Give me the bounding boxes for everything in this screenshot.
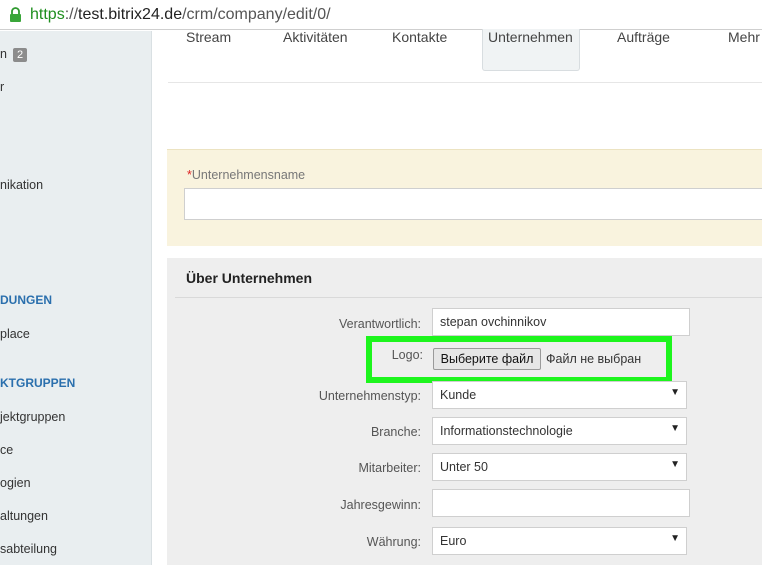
choose-file-button[interactable]: Выберите файл [433,348,541,370]
sidebar-item-projektgruppen[interactable]: jektgruppen [0,410,65,424]
responsible-field[interactable]: stepan ovchinnikov [432,308,690,336]
currency-value: Euro [440,534,467,548]
sidebar-item-ce[interactable]: ce [0,443,13,457]
company-type-label: Unternehmenstyp: [318,389,421,403]
employees-value: Unter 50 [440,460,488,474]
tab-bar: Stream Aktivitäten Kontakte Unternehmen … [168,29,762,83]
tab-stream[interactable]: Stream [186,29,231,71]
dropdown-arrow-icon: ▼ [670,533,680,544]
lock-icon [10,7,21,22]
section-title: Über Unternehmen [186,270,313,286]
revenue-label: Jahresgewinn: [340,498,421,512]
sidebar-item-0[interactable]: n2 [0,47,28,62]
dropdown-arrow-icon: ▼ [670,423,680,434]
industry-select[interactable]: Informationstechnologie ▼ [432,417,687,445]
sidebar-item-ogien[interactable]: ogien [0,476,31,490]
sidebar-item-label: n [0,47,7,61]
sidebar-section-title[interactable]: DUNGEN [0,293,52,307]
url-path: /crm/company/edit/0/ [182,6,331,23]
currency-select[interactable]: Euro ▼ [432,527,687,555]
tab-aktivitaeten[interactable]: Aktivitäten [283,29,348,71]
file-status-text: Файл не выбран [546,352,642,366]
url-host: test.bitrix24.de [78,6,183,23]
tab-unternehmen[interactable]: Unternehmen [482,29,580,71]
currency-label: Währung: [366,535,421,549]
sidebar-item-2[interactable]: nikation [0,178,43,192]
url-text[interactable]: https://test.bitrix24.de/crm/company/edi… [30,6,331,24]
tab-auftraege[interactable]: Aufträge [617,29,670,71]
dropdown-arrow-icon: ▼ [670,459,680,470]
responsible-label: Verantwortlich: [339,317,421,331]
count-badge: 2 [12,48,28,62]
sidebar: n2 r nikation DUNGEN place KTGRUPPEN jek… [0,31,152,565]
address-bar[interactable]: https://test.bitrix24.de/crm/company/edi… [0,0,762,30]
revenue-field[interactable] [432,489,690,517]
sidebar-item-label: nikation [0,178,44,192]
company-name-label: *Unternehmensname [187,168,305,182]
url-scheme: https [30,6,65,23]
sidebar-section-title[interactable]: KTGRUPPEN [0,376,75,390]
industry-value: Informationstechnologie [440,424,573,438]
tab-mehr[interactable]: Mehr [728,29,760,71]
url-separator: :// [64,6,79,23]
divider [175,297,762,298]
tab-kontakte[interactable]: Kontakte [392,29,447,71]
company-name-panel: *Unternehmensname [167,149,762,246]
sidebar-item-altungen[interactable]: altungen [0,509,48,523]
company-type-select[interactable]: Kunde ▼ [432,381,687,409]
about-company-panel: Über Unternehmen Verantwortlich: stepan … [167,258,762,565]
sidebar-item-1[interactable]: r [0,80,4,94]
company-type-value: Kunde [440,388,477,402]
employees-label: Mitarbeiter: [358,461,421,475]
company-name-input[interactable] [184,188,762,220]
company-name-label-text: Unternehmensname [191,168,306,182]
logo-label: Logo: [391,348,423,362]
sidebar-item-sabteilung[interactable]: sabteilung [0,542,57,556]
sidebar-item-label: r [0,80,5,94]
employees-select[interactable]: Unter 50 ▼ [432,453,687,481]
industry-label: Branche: [370,425,421,439]
dropdown-arrow-icon: ▼ [670,387,680,398]
sidebar-item-place[interactable]: place [0,327,30,341]
